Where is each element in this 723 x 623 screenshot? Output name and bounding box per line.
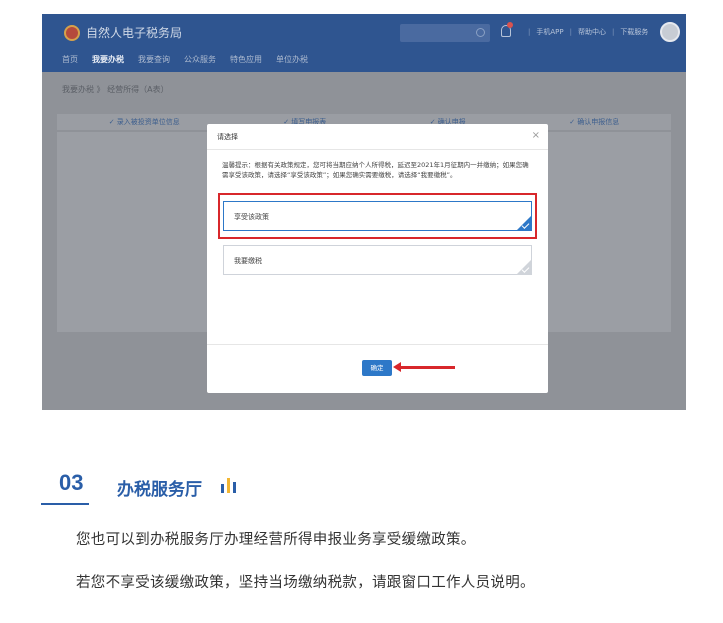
nav-query[interactable]: 我要查询 [138,54,170,65]
dialog-header: 请选择 × [207,124,548,150]
search-icon[interactable] [476,28,485,37]
option-pay-tax[interactable]: 我要缴税 [223,245,532,275]
confirm-button[interactable]: 确定 [362,360,392,376]
section-title: 办税服务厅 [117,480,202,500]
screenshot: 自然人电子税务局 | 手机APP | 帮助中心 | 下载服务 首页 我要办税 我… [42,14,686,410]
top-bar: 自然人电子税务局 | 手机APP | 帮助中心 | 下载服务 首页 我要办税 我… [42,14,686,72]
choice-dialog: 请选择 × 温馨提示：根据有关政策规定，您可将当期应纳个人所得税，延迟至2021… [207,124,548,393]
header-links: | 手机APP | 帮助中心 | 下载服务 [528,27,649,37]
link-mobile-app[interactable]: 手机APP [536,27,563,37]
tax-emblem-icon [64,24,80,41]
dialog-footer: 确定 [207,344,548,393]
breadcrumb-current: 经营所得（A表） [107,85,169,94]
close-icon[interactable]: × [532,130,540,141]
option-enjoy-policy[interactable]: 享受该政策 [223,201,532,231]
breadcrumb-separator: 》 [96,85,105,94]
pointer-arrow-icon [393,362,455,372]
nav-public-service[interactable]: 公众服务 [184,54,216,65]
site-logo[interactable]: 自然人电子税务局 [64,24,182,41]
nav-featured-apps[interactable]: 特色应用 [230,54,262,65]
nav-company-tax[interactable]: 单位办税 [276,54,308,65]
notification-badge [507,22,513,28]
main-nav: 首页 我要办税 我要查询 公众服务 特色应用 单位办税 [62,54,322,65]
dialog-title: 请选择 [217,133,238,141]
option-label: 我要缴税 [234,257,262,265]
section-number: 03 [59,470,84,495]
step-1: ✓ 录入被投资单位信息 [108,118,180,126]
section-underline [41,503,89,505]
nav-tax-service[interactable]: 我要办税 [92,54,124,65]
site-title: 自然人电子税务局 [86,26,183,40]
dialog-hint: 温馨提示：根据有关政策规定，您可将当期应纳个人所得税，延迟至2021年1月征期内… [222,161,529,179]
link-download[interactable]: 下载服务 [620,27,648,37]
breadcrumb-root[interactable]: 我要办税 [62,85,94,94]
link-help-center[interactable]: 帮助中心 [578,27,606,37]
option-label: 享受该政策 [234,213,269,221]
paragraph-1: 您也可以到办税服务厅办理经营所得申报业务享受缓缴政策。 [76,532,476,548]
search-input[interactable] [400,24,490,42]
breadcrumb: 我要办税 》 经营所得（A表） [62,84,169,95]
bar-chart-icon [219,477,239,493]
step-4: ✓ 确认申报信息 [569,118,620,126]
avatar[interactable] [660,22,680,42]
paragraph-2: 若您不享受该缓缴政策，坚持当场缴纳税款，请跟窗口工作人员说明。 [76,575,535,591]
nav-home[interactable]: 首页 [62,54,78,65]
